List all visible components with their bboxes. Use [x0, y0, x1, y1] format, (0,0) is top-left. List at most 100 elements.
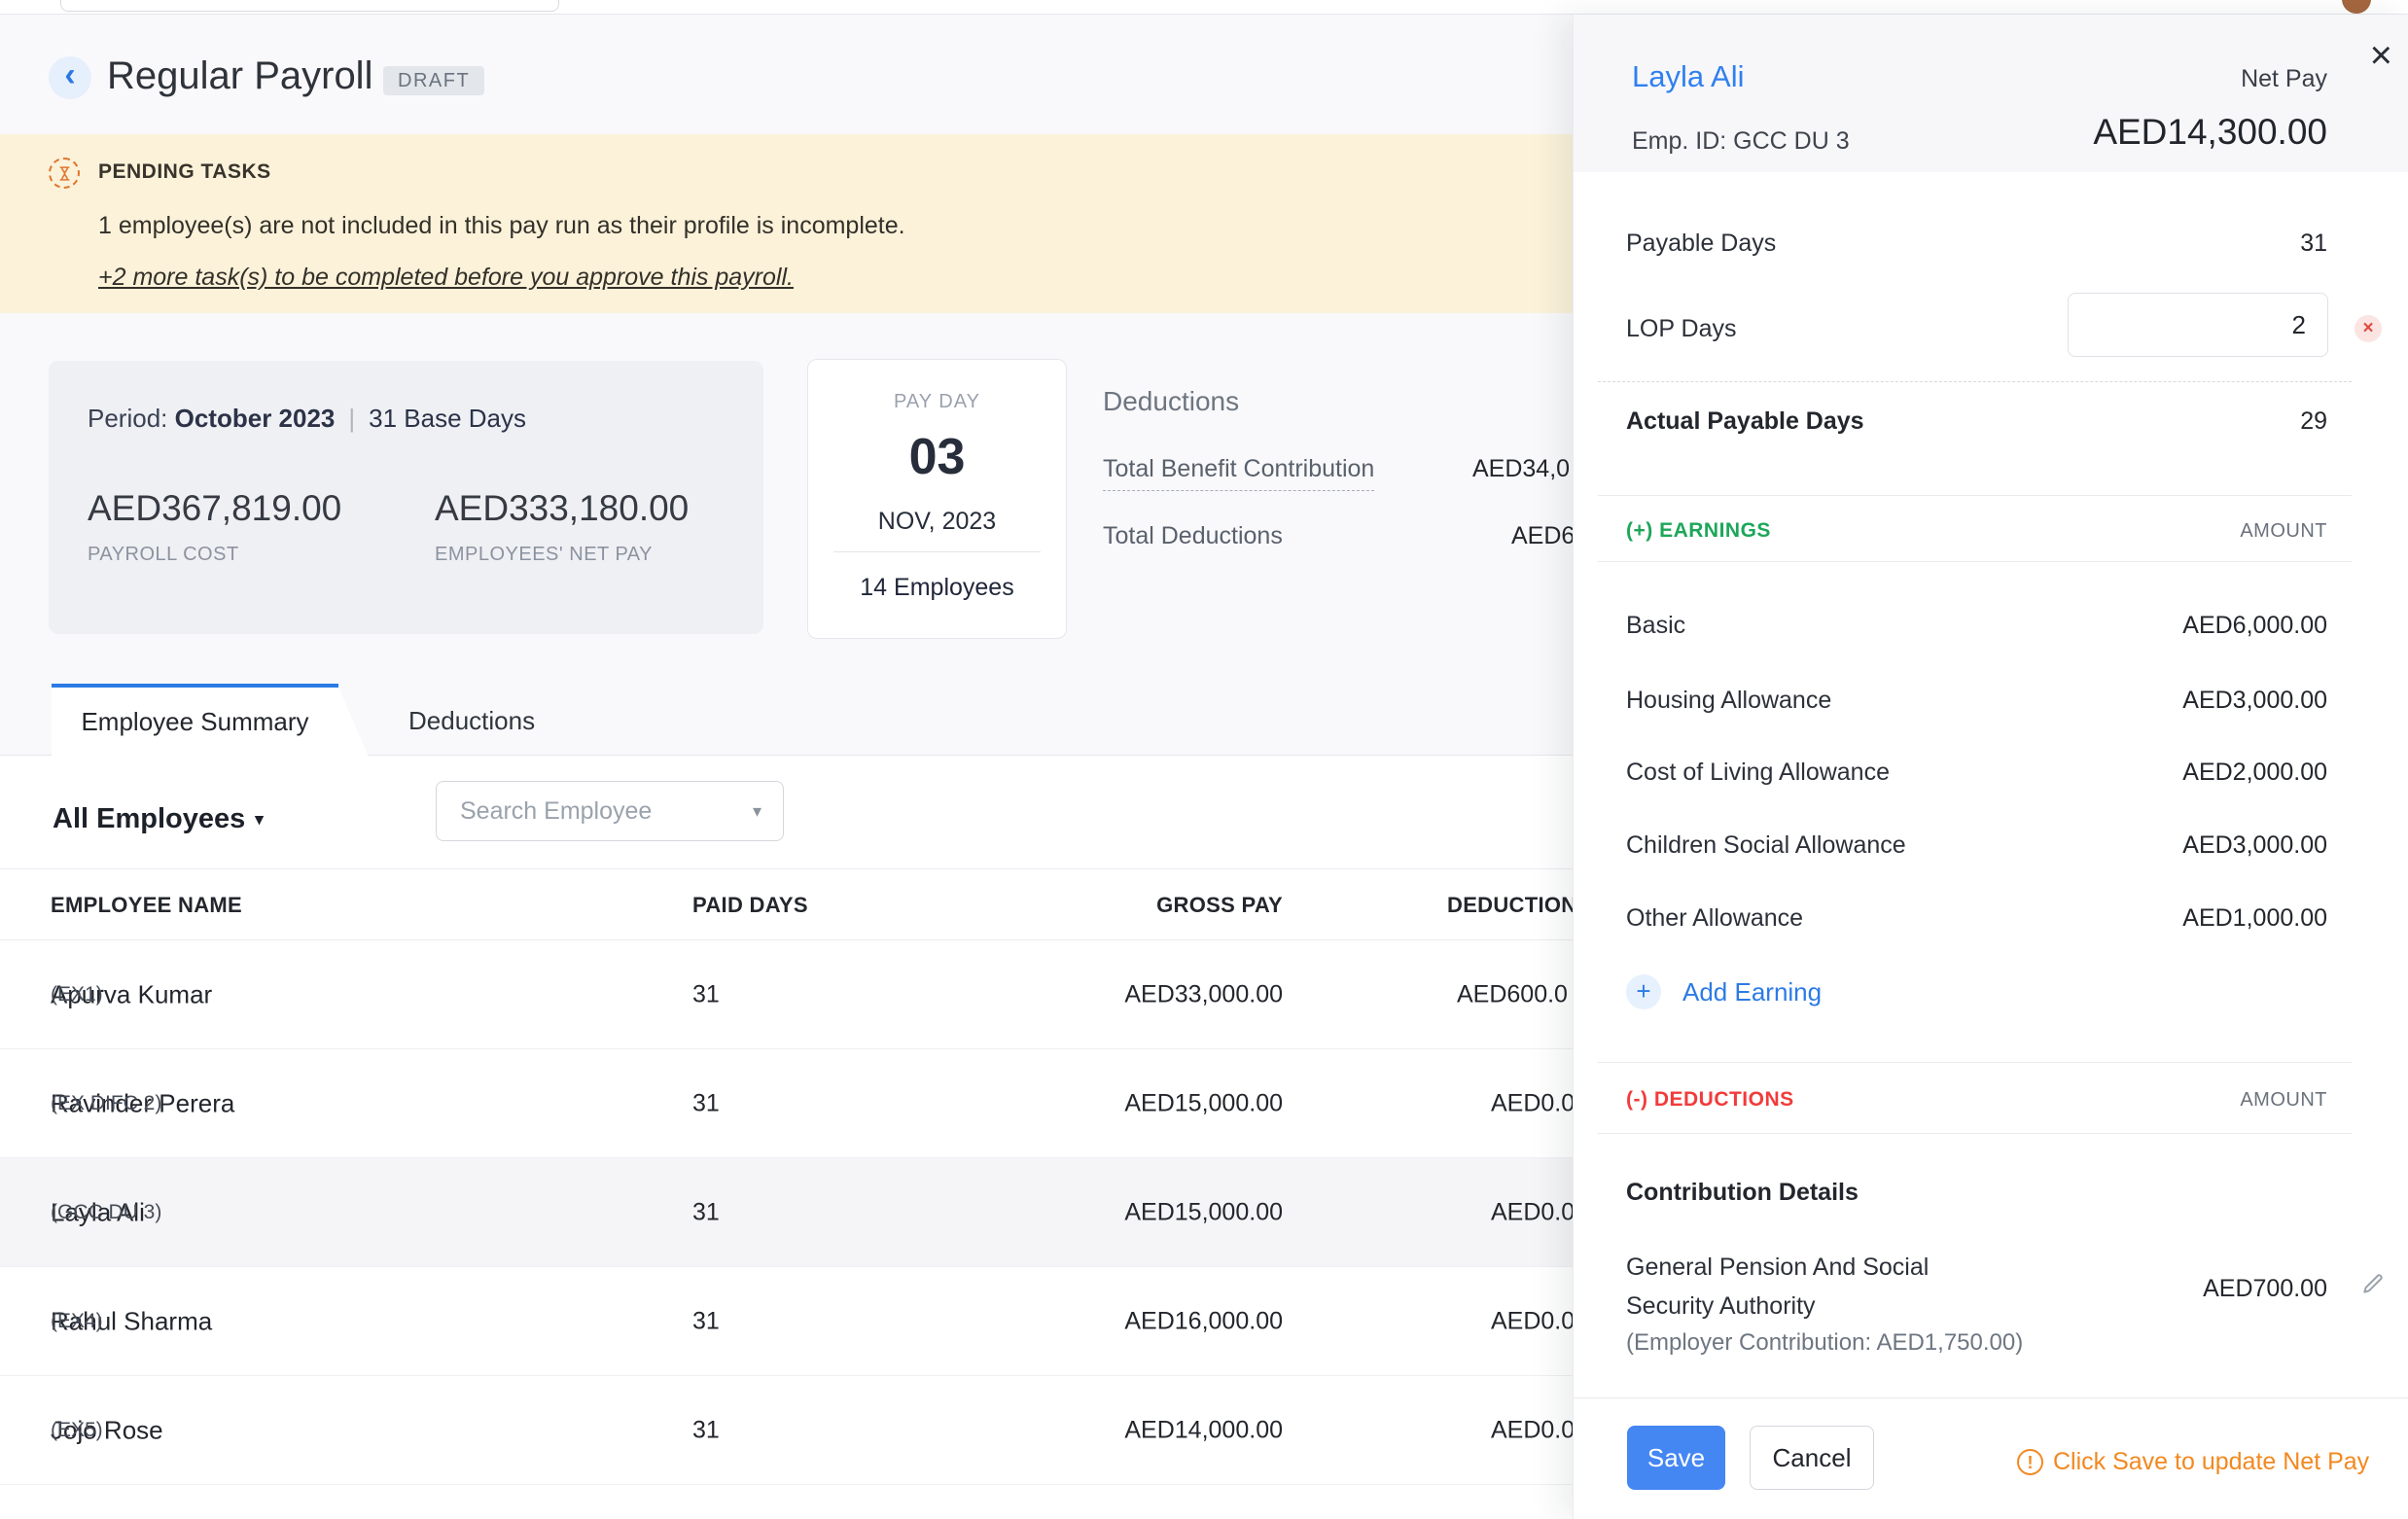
pension-deduction-value: AED700.00 [2203, 1275, 2327, 1302]
lop-days-label: LOP Days [1626, 315, 1737, 342]
deduction-value: AED0.0 [1491, 1416, 1576, 1443]
total-benefit-contribution-value: AED34,0 [1472, 455, 1571, 482]
status-badge: DRAFT [383, 66, 485, 95]
active-tab-indicator [52, 684, 338, 688]
banner-message: 1 employee(s) are not included in this p… [98, 212, 905, 239]
paid-days-value: 31 [692, 1198, 720, 1225]
employer-contribution-note: (Employer Contribution: AED1,750.00) [1626, 1329, 2024, 1356]
period-value: October 2023 [174, 404, 336, 433]
total-deductions-label: Total Deductions [1103, 522, 1283, 549]
global-search-input[interactable] [60, 0, 559, 12]
cancel-button[interactable]: Cancel [1750, 1426, 1874, 1490]
employee-filter-label: All Employees [53, 803, 246, 834]
col-paid-days: PAID DAYS [692, 893, 808, 917]
close-icon[interactable]: × [2370, 36, 2392, 75]
warning-text: Click Save to update Net Pay [2053, 1448, 2370, 1475]
select-caret-icon: ▾ [752, 801, 761, 821]
payable-days-label: Payable Days [1626, 230, 1777, 257]
period-summary-card: Period: October 2023 | 31 Base Days AED367… [49, 361, 763, 634]
divider [1598, 1133, 2352, 1134]
plus-icon: + [1626, 974, 1661, 1009]
divider [1598, 495, 2352, 496]
employees-net-pay-value: AED333,180.00 [435, 488, 690, 528]
earning-label: Cost of Living Allowance [1626, 759, 1890, 786]
earning-value: AED2,000.00 [2182, 759, 2327, 786]
employees-net-pay-label: EMPLOYEES' NET PAY [435, 544, 653, 565]
earning-value: AED3,000.00 [2182, 831, 2327, 859]
payday-divider [833, 551, 1041, 552]
paid-days-value: 31 [692, 1089, 720, 1116]
add-earning-label: Add Earning [1682, 976, 1823, 1007]
pension-label-line2: Security Authority [1626, 1292, 1816, 1320]
add-earning-button[interactable]: + Add Earning [1626, 974, 1822, 1009]
deductions-section-heading: (-) DEDUCTIONS [1626, 1088, 1794, 1111]
gross-pay-value: AED33,000.00 [1124, 980, 1283, 1007]
paid-days-value: 31 [692, 1307, 720, 1334]
total-deductions-value: AED6 [1511, 522, 1576, 549]
payroll-app: ‹ Regular Payroll DRAFT PENDING TASKS 1 … [0, 0, 2408, 1519]
employee-id: (EX4) [51, 1309, 103, 1332]
actual-payable-days-label: Actual Payable Days [1626, 407, 1864, 435]
col-deductions: DEDUCTIONS [1447, 893, 1592, 917]
payday-label: PAY DAY [894, 391, 980, 412]
pension-label-line1: General Pension And Social [1626, 1254, 1930, 1281]
gross-pay-value: AED14,000.00 [1124, 1416, 1283, 1443]
topbar [0, 0, 2408, 15]
tab-employee-summary-label: Employee Summary [81, 707, 309, 736]
divider [1598, 1062, 2352, 1063]
divider [1574, 1397, 2408, 1398]
employee-id: (GCC DU 3) [51, 1200, 162, 1223]
payday-card: PAY DAY 03 NOV, 2023 14 Employees [807, 359, 1067, 639]
tab-employee-summary[interactable]: Employee Summary [52, 688, 369, 757]
deductions-summary-heading: Deductions [1103, 386, 1240, 416]
deduction-value: AED600.0 [1457, 980, 1568, 1007]
base-days: 31 Base Days [369, 404, 527, 433]
banner-more-tasks-link[interactable]: +2 more task(s) to be completed before y… [98, 264, 794, 292]
payday-month-year: NOV, 2023 [877, 508, 997, 535]
period-label: Period: [88, 404, 168, 433]
back-chevron-icon: ‹ [64, 56, 76, 93]
payable-days-value: 31 [2300, 230, 2327, 257]
earning-label: Housing Allowance [1626, 687, 1832, 714]
paid-days-value: 31 [692, 980, 720, 1007]
payroll-cost-value: AED367,819.00 [88, 488, 342, 528]
earning-label: Other Allowance [1626, 904, 1804, 932]
back-button[interactable]: ‹ [49, 56, 91, 99]
gross-pay-value: AED15,000.00 [1124, 1089, 1283, 1116]
panel-emp-id: Emp. ID: GCC DU 3 [1632, 127, 1850, 155]
earning-value: AED3,000.00 [2182, 687, 2327, 714]
search-employee-select[interactable]: Search Employee ▾ [436, 781, 784, 841]
gross-pay-value: AED15,000.00 [1124, 1198, 1283, 1225]
warning-icon: ! [2017, 1449, 2043, 1475]
period-line: Period: October 2023 | 31 Base Days [88, 404, 526, 434]
lop-days-input[interactable]: 2 [2068, 293, 2328, 357]
employee-detail-panel: Layla Ali Net Pay Emp. ID: GCC DU 3 AED1… [1573, 15, 2408, 1519]
deduction-value: AED0.0 [1491, 1198, 1576, 1225]
panel-employee-name-link[interactable]: Layla Ali [1632, 59, 1744, 94]
paid-days-value: 31 [692, 1416, 720, 1443]
save-button[interactable]: Save [1627, 1426, 1725, 1490]
contribution-details-heading: Contribution Details [1626, 1179, 1859, 1206]
panel-net-pay-label: Net Pay [2241, 65, 2327, 92]
period-separator: | [348, 404, 356, 433]
avatar[interactable] [2342, 0, 2371, 14]
tab-deductions[interactable]: Deductions [408, 688, 535, 756]
total-benefit-contribution-label[interactable]: Total Benefit Contribution [1103, 455, 1375, 491]
edit-pencil-icon[interactable] [2360, 1271, 2386, 1301]
divider [1598, 561, 2352, 562]
earning-value: AED6,000.00 [2182, 612, 2327, 639]
employee-id: (EX DIFC 2) [51, 1091, 162, 1114]
employee-id: (EX5) [51, 1418, 103, 1441]
save-warning: ! Click Save to update Net Pay [2017, 1448, 2369, 1476]
deduction-value: AED0.0 [1491, 1307, 1576, 1334]
employee-filter-dropdown[interactable]: All Employees ▾ [53, 803, 264, 835]
payday-day: 03 [908, 429, 966, 485]
page-title: Regular Payroll [107, 54, 373, 97]
col-gross-pay: GROSS PAY [1156, 893, 1283, 917]
hourglass-icon [49, 158, 80, 189]
banner-heading: PENDING TASKS [98, 160, 271, 183]
clear-lop-icon[interactable]: × [2355, 315, 2382, 342]
panel-header: Layla Ali Net Pay Emp. ID: GCC DU 3 AED1… [1574, 15, 2408, 172]
panel-net-pay-value: AED14,300.00 [2093, 112, 2327, 152]
payroll-cost-label: PAYROLL COST [88, 544, 239, 565]
